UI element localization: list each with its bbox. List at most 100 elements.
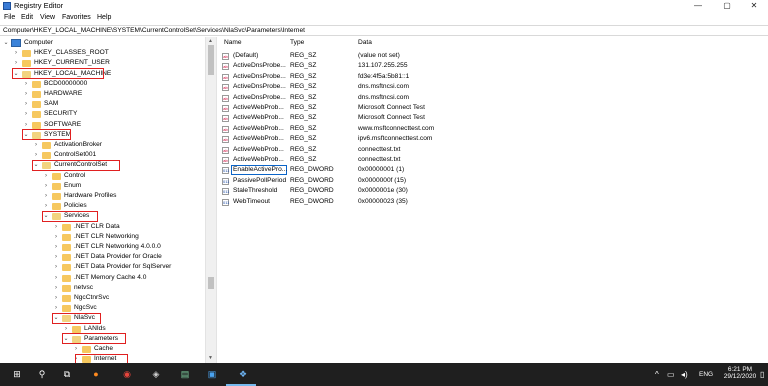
tree-node[interactable]: › SOFTWARE	[0, 120, 205, 130]
value-row[interactable]: 011 PassivePollPeriod REG_DWORD 0x0000000f …	[220, 176, 768, 186]
tree-node[interactable]: › HARDWARE	[0, 89, 205, 99]
tree-node[interactable]: › Control	[0, 171, 205, 181]
search-icon[interactable]: ⚲	[31, 366, 53, 383]
tree-node[interactable]: ⌄ Computer	[0, 38, 205, 48]
value-row[interactable]: 011 WebTimeout REG_DWORD 0x00000023 (35)	[220, 197, 768, 207]
chevron-right-icon[interactable]: ›	[23, 99, 29, 109]
chevron-right-icon[interactable]: ›	[43, 201, 49, 211]
chevron-right-icon[interactable]: ›	[63, 324, 69, 334]
tree-node[interactable]: › Cache	[0, 344, 205, 354]
value-row[interactable]: ab ActiveWebProb... REG_SZ ipv6.msftconnect…	[220, 134, 768, 144]
chevron-right-icon[interactable]: ›	[53, 262, 59, 272]
value-row[interactable]: ab (Default) REG_SZ (value not set)	[220, 51, 768, 61]
value-row[interactable]: ab ActiveWebProb... REG_SZ connecttest.txt	[220, 145, 768, 155]
tree-node[interactable]: › netvsc	[0, 283, 205, 293]
tree-node[interactable]: › SAM	[0, 99, 205, 109]
chevron-right-icon[interactable]: ›	[43, 181, 49, 191]
tree-node[interactable]: › LANIds	[0, 324, 205, 334]
tree-node[interactable]: › HKEY_CLASSES_ROOT	[0, 48, 205, 58]
minimize-button[interactable]: —	[684, 0, 712, 12]
chevron-right-icon[interactable]: ›	[43, 171, 49, 181]
value-row[interactable]: ab ActiveDnsProbe... REG_SZ dns.msftncsi.co…	[220, 82, 768, 92]
menu-help[interactable]: Help	[97, 14, 111, 21]
menu-view[interactable]: View	[40, 14, 55, 21]
chevron-right-icon[interactable]: ›	[53, 222, 59, 232]
chevron-right-icon[interactable]: ›	[53, 273, 59, 283]
chevron-right-icon[interactable]: ›	[53, 303, 59, 313]
column-header-name[interactable]: Name	[224, 37, 242, 49]
tree-node[interactable]: › .NET CLR Data	[0, 222, 205, 232]
network-icon[interactable]: ▭	[667, 370, 675, 379]
value-row[interactable]: 011 StaleThreshold REG_DWORD 0x0000001e (30…	[220, 186, 768, 196]
value-row[interactable]: ab ActiveWebProb... REG_SZ www.msftconnectt…	[220, 124, 768, 134]
notifications-icon[interactable]: ▯	[760, 370, 764, 379]
chevron-right-icon[interactable]: ›	[53, 293, 59, 303]
menu-file[interactable]: File	[4, 14, 15, 21]
value-row[interactable]: ab ActiveDnsProbe... REG_SZ 131.107.255.255	[220, 61, 768, 71]
menu-favorites[interactable]: Favorites	[62, 14, 91, 21]
scrollbar-thumb-lower[interactable]	[208, 277, 214, 289]
tree-node[interactable]: ⌄ Services	[0, 211, 205, 221]
regedit-icon[interactable]: ❖	[232, 366, 254, 383]
tree-node[interactable]: › SECURITY	[0, 109, 205, 119]
language-indicator[interactable]: ENG	[699, 371, 713, 378]
tree-node[interactable]: › NgcSvc	[0, 303, 205, 313]
chevron-right-icon[interactable]: ›	[23, 109, 29, 119]
close-button[interactable]: ✕	[740, 0, 768, 12]
chevron-right-icon[interactable]: ›	[23, 120, 29, 130]
volume-icon[interactable]: ◂)	[681, 370, 688, 379]
chevron-right-icon[interactable]: ›	[53, 242, 59, 252]
tree-node[interactable]: › Policies	[0, 201, 205, 211]
tree-scrollbar[interactable]: ▲ ▼	[205, 37, 216, 363]
tree-node[interactable]: › .NET CLR Networking 4.0.0.0	[0, 242, 205, 252]
firefox-icon[interactable]: ●	[85, 366, 107, 383]
chevron-right-icon[interactable]: ›	[23, 79, 29, 89]
column-header-data[interactable]: Data	[358, 37, 372, 49]
value-row[interactable]: ab ActiveWebProb... REG_SZ Microsoft Connec…	[220, 113, 768, 123]
value-row[interactable]: ab ActiveWebProb... REG_SZ connecttest.txt	[220, 155, 768, 165]
task-view-icon[interactable]: ⧉	[56, 366, 78, 383]
scrollbar-thumb[interactable]	[208, 45, 214, 75]
tree-node[interactable]: › .NET Data Provider for Oracle	[0, 252, 205, 262]
chevron-down-icon[interactable]: ⌄	[3, 38, 9, 48]
notes-icon[interactable]: ▤	[174, 366, 196, 383]
scroll-up-arrow-icon[interactable]: ▲	[208, 38, 213, 44]
chrome-icon[interactable]: ◉	[116, 366, 138, 383]
chevron-right-icon[interactable]: ›	[33, 140, 39, 150]
chevron-right-icon[interactable]: ›	[43, 191, 49, 201]
menu-edit[interactable]: Edit	[21, 14, 33, 21]
tree-node[interactable]: › NgcCtnrSvc	[0, 293, 205, 303]
chevron-right-icon[interactable]: ›	[53, 252, 59, 262]
chevron-right-icon[interactable]: ›	[53, 232, 59, 242]
clock-date: 29/12/2020	[723, 373, 757, 380]
tray-chevron-icon[interactable]: ^	[655, 370, 659, 379]
tree-node[interactable]: › .NET Data Provider for SqlServer	[0, 262, 205, 272]
tree-node[interactable]: › HKEY_CURRENT_USER	[0, 58, 205, 68]
tree-node[interactable]: ⌄ NlaSvc	[0, 313, 205, 323]
chevron-right-icon[interactable]: ›	[23, 89, 29, 99]
value-row[interactable]: ab ActiveDnsProbe... REG_SZ fd3e:4f5a:5b81:…	[220, 72, 768, 82]
tree-node[interactable]: › .NET Memory Cache 4.0	[0, 273, 205, 283]
maximize-button[interactable]: ▢	[713, 0, 741, 12]
scroll-down-arrow-icon[interactable]: ▼	[208, 355, 213, 361]
chevron-right-icon[interactable]: ›	[13, 58, 19, 68]
chevron-right-icon[interactable]: ›	[13, 48, 19, 58]
column-header-type[interactable]: Type	[290, 37, 304, 49]
tree-node[interactable]: › Hardware Profiles	[0, 191, 205, 201]
value-row[interactable]: 011 EnableActivePro... REG_DWORD 0x00000001…	[220, 165, 768, 176]
tree-node[interactable]: › ControlSet001	[0, 150, 205, 160]
value-row[interactable]: ab ActiveDnsProbe... REG_SZ dns.msftncsi.co…	[220, 93, 768, 103]
tree-node[interactable]: › BCD00000000	[0, 79, 205, 89]
chevron-right-icon[interactable]: ›	[33, 150, 39, 160]
tree-node[interactable]: › ActivationBroker	[0, 140, 205, 150]
value-row[interactable]: ab ActiveWebProb... REG_SZ Microsoft Connec…	[220, 103, 768, 113]
chevron-right-icon[interactable]: ›	[53, 283, 59, 293]
tree-node[interactable]: › .NET CLR Networking	[0, 232, 205, 242]
clock[interactable]: 6:21 PM 29/12/2020	[722, 366, 758, 380]
address-bar[interactable]: Computer\HKEY_LOCAL_MACHINE\SYSTEM\Curre…	[0, 25, 768, 36]
app-icon[interactable]: ◈	[145, 366, 167, 383]
start-icon[interactable]: ⊞	[6, 366, 28, 383]
chevron-right-icon[interactable]: ›	[73, 344, 79, 354]
photos-icon[interactable]: ▣	[201, 366, 223, 383]
tree-node[interactable]: › Enum	[0, 181, 205, 191]
